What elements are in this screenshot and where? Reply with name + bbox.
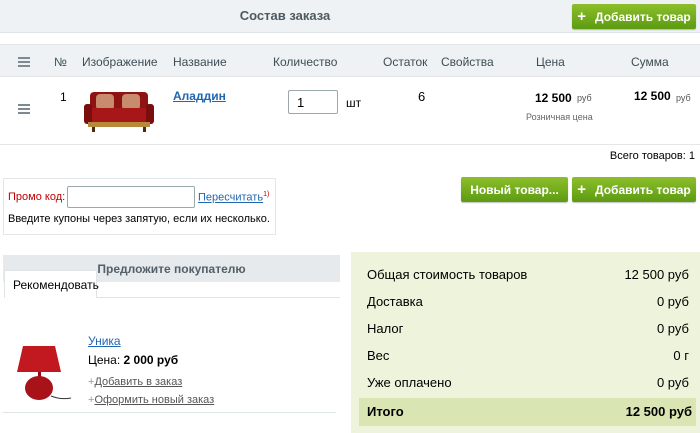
add-product-top-label: Добавить товар [595,9,691,24]
col-properties: Свойства [441,55,494,69]
promo-hint: Введите купоны через запятую, если их не… [8,213,270,225]
tab-divider [97,297,340,298]
totals-weight-label: Вес [367,348,390,363]
table-header: № Изображение Название Количество Остато… [0,44,700,77]
col-num: № [54,55,67,69]
col-image: Изображение [82,55,158,69]
col-quantity: Количество [273,55,338,69]
lamp-image[interactable] [11,338,77,404]
sofa-image[interactable] [84,86,154,137]
totals-delivery-value: 0 руб [656,294,689,309]
totals-weight-value: 0 г [673,348,689,363]
plus-icon: + [577,8,587,25]
new-order-wrap[interactable]: +Оформить новый заказ [88,394,214,406]
table-row: 1 Аладдин шт 6 12 500 руб Розничная цена… [0,78,700,145]
totals-tax-value: 0 руб [656,321,689,336]
quantity-input[interactable] [288,90,338,114]
totals-goods-label: Общая стоимость товаров [367,267,528,282]
totals-grand-label: Итого [367,404,404,419]
add-product-label: Добавить товар [595,182,691,197]
new-order-link[interactable]: Оформить новый заказ [94,394,214,406]
totals-grand: Итого 12 500 руб [359,398,696,426]
plus-icon: + [577,181,587,198]
recalc-footnote: 1) [263,191,270,198]
price-type: Розничная цена [526,112,593,122]
promo-code-input[interactable] [67,186,195,208]
order-title: Состав заказа [239,8,331,23]
totals-panel: Общая стоимость товаров 12 500 руб Доста… [351,252,700,433]
new-product-label: Новый товар... [470,182,559,197]
suggest-price-value: 2 000 руб [123,353,179,367]
price-value: 12 500 [535,91,572,105]
tab-recommend-label: Рекомендовать [13,278,99,292]
suggest-price-label: Цена: [88,353,121,367]
row-num: 1 [60,90,67,104]
menu-icon[interactable] [18,57,30,69]
totals-paid-value: 0 руб [656,375,689,390]
total-items: Всего товаров: 1 [609,150,695,162]
new-product-button[interactable]: Новый товар... [461,177,568,202]
recalc-link[interactable]: Пересчитать [198,192,263,204]
col-sum: Сумма [631,55,669,69]
add-product-top-button[interactable]: + Добавить товар [572,4,696,29]
suggest-product-link[interactable]: Уника [88,334,121,348]
totals-goods-value: 12 500 руб [624,267,689,282]
totals-delivery-label: Доставка [367,294,423,309]
sum-currency: руб [676,93,691,103]
stock-value: 6 [418,89,426,104]
col-price: Цена [536,55,565,69]
tab-recommend[interactable]: Рекомендовать [4,270,99,298]
col-name: Название [173,55,227,69]
drag-handle-icon[interactable] [18,104,30,116]
quantity-unit: шт [346,96,362,110]
suggest-price-line: Цена: 2 000 руб [88,353,178,367]
col-stock: Остаток [383,55,428,69]
price-currency: руб [577,93,592,103]
add-to-order-link[interactable]: Добавить в заказ [94,376,182,388]
suggest-divider [3,412,336,413]
totals-grand-value: 12 500 руб [625,404,692,419]
promo-label: Промо код: [8,191,66,203]
add-product-button[interactable]: + Добавить товар [572,177,696,202]
sum-value: 12 500 [634,89,671,103]
product-name-link[interactable]: Аладдин [173,89,226,103]
totals-paid-label: Уже оплачено [367,375,452,390]
recalc-link-wrap: Пересчитать1) [198,191,269,204]
totals-tax-label: Налог [367,321,404,336]
add-to-order-wrap[interactable]: +Добавить в заказ [88,376,182,388]
